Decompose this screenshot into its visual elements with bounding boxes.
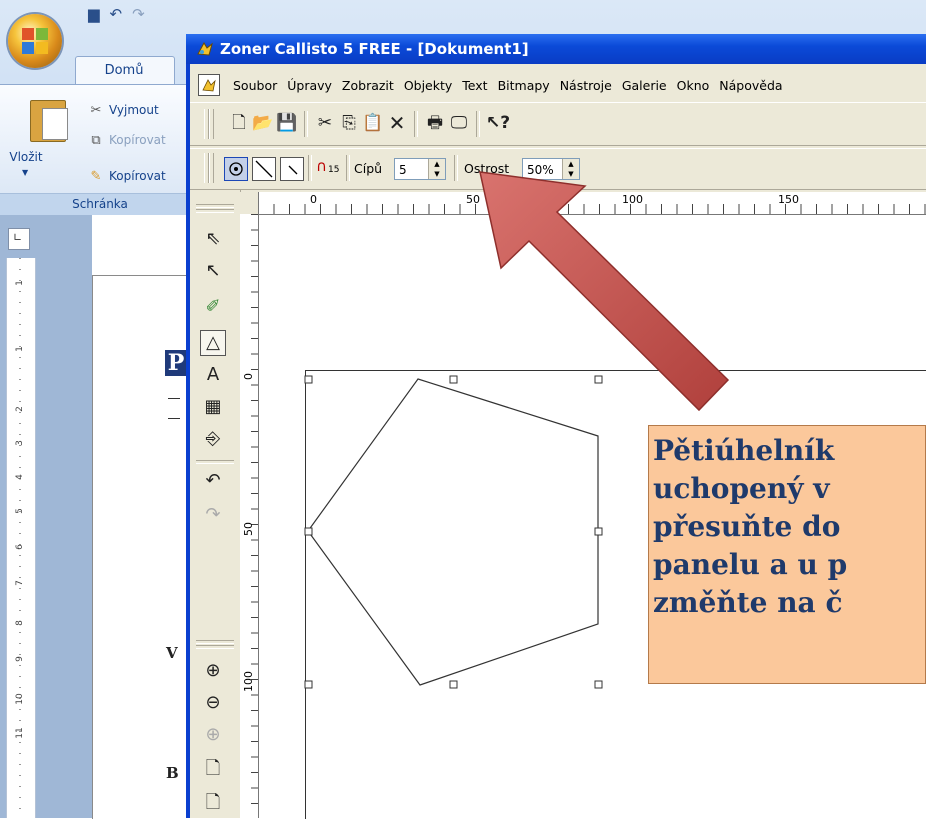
drawing-overlay [304,171,730,689]
pentagon-shape[interactable] [307,378,599,686]
selection-handle[interactable] [304,680,313,689]
selection-handle[interactable] [594,680,603,689]
selection-handle[interactable] [304,527,313,536]
callout-text: Pětiúhelník uchopený v přesuňte do panel… [653,434,848,619]
selection-handle[interactable] [449,375,458,384]
selection-handle[interactable] [594,375,603,384]
pointer-arrow [479,171,730,412]
selection-handle[interactable] [594,527,603,536]
selection-handle[interactable] [449,680,458,689]
selection-handle[interactable] [304,375,313,384]
instruction-callout: Pětiúhelník uchopený v přesuňte do panel… [648,425,926,684]
